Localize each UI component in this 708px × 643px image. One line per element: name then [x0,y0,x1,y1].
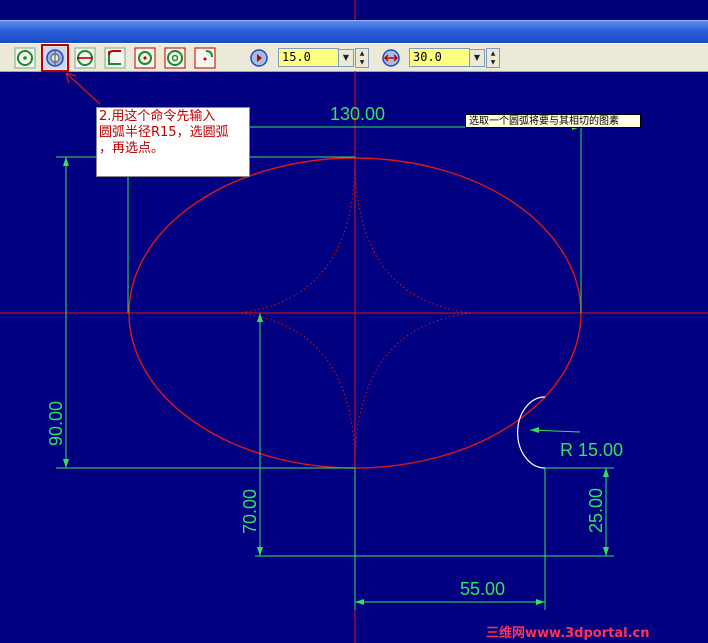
circle-diameter-tool-button[interactable] [74,47,96,69]
pointer-arrow [65,72,101,105]
angle-icon [382,49,400,67]
radius-spinner[interactable]: ▲ ▼ [355,48,369,68]
circle-concentric-tool-button[interactable] [164,47,186,69]
arc-tangent-icon [46,49,64,67]
dim-radius: R 15.00 [560,440,623,460]
dimension-arrows [63,124,609,605]
angle-mode-button[interactable] [380,47,402,69]
fillet-icon [104,47,126,69]
dotted-arcs [237,157,473,469]
dim-right-height: 25.00 [586,488,606,533]
dim-left-height: 90.00 [46,401,66,446]
fillet-tool-button[interactable] [104,47,126,69]
watermark: 三维网www.3dportal.cn [486,626,650,641]
title-band [0,20,708,43]
radius-mode-button[interactable] [248,47,270,69]
dim-inner-height: 70.00 [240,489,260,534]
arc-point-icon [134,47,156,69]
circle-concentric-icon [164,47,186,69]
angle-input[interactable]: 30.0 [409,48,470,67]
toolbar: 15.0 ▼ ▲ ▼ 30.0 ▼ ▲ ▼ [0,43,708,72]
arc-tangent-tool-button[interactable] [41,44,69,72]
tangent-arc[interactable] [517,396,546,469]
arc-point-tool-button[interactable] [134,47,156,69]
dim-bottom-width: 55.00 [460,579,505,599]
prompt-tooltip: 选取一个圆弧将要与其相切的图素 [465,114,641,128]
radius-input[interactable]: 15.0 [278,48,339,67]
instruction-note: 2.用这个命令先输入 圆弧半径R15，选圆弧 ，再选点。 [96,107,250,177]
cad-canvas[interactable]: 130.00 90.00 70.00 R 15.00 25.00 55.00 [0,0,708,643]
dimension-lines [56,123,614,610]
dim-top-width: 130.00 [330,104,385,124]
circle-diameter-icon [74,47,96,69]
angle-spinner[interactable]: ▲ ▼ [486,48,500,68]
corner-arc-tool-button[interactable] [194,47,216,69]
chevron-down-icon[interactable]: ▼ [469,49,485,67]
radius-icon [250,49,268,67]
window-title-bar [0,0,708,44]
circle-center-icon [14,47,36,69]
circle-center-tool-button[interactable] [14,47,36,69]
ellipse[interactable] [128,157,582,469]
corner-arc-icon [194,47,216,69]
chevron-down-icon[interactable]: ▼ [338,49,354,67]
